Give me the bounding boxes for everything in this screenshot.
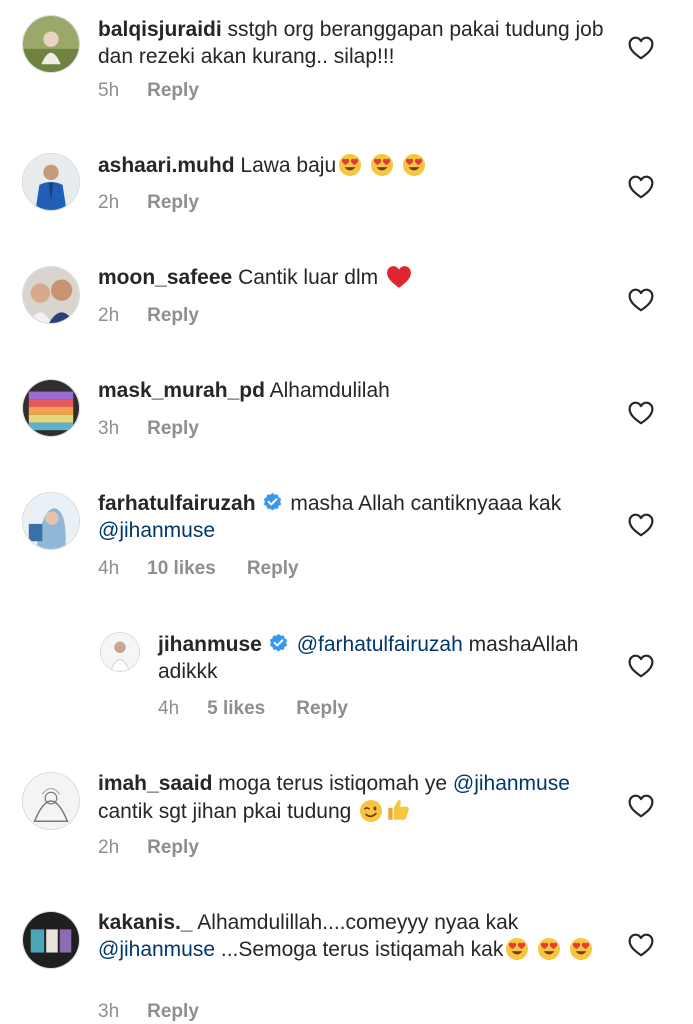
- avatar[interactable]: [22, 153, 80, 211]
- winking-face-emoji-icon: [359, 799, 383, 823]
- comment-text: Alhamdulilah: [269, 379, 390, 402]
- heart-eyes-emoji-icon: [338, 153, 362, 177]
- avatar[interactable]: [22, 15, 80, 73]
- heart-eyes-emoji-icon: [402, 153, 426, 177]
- heart-outline-icon[interactable]: [628, 794, 654, 818]
- comment-time: 3h: [98, 418, 120, 439]
- avatar[interactable]: [22, 772, 80, 830]
- heart-outline-icon[interactable]: [628, 175, 654, 199]
- username[interactable]: ashaari.muhd: [98, 154, 235, 177]
- comment-time: 2h: [98, 837, 120, 858]
- heart-outline-icon[interactable]: [628, 654, 654, 678]
- avatar[interactable]: [22, 266, 80, 324]
- heart-outline-icon[interactable]: [628, 401, 654, 425]
- username[interactable]: balqisjuraidi: [98, 18, 222, 41]
- comment-time: 5h: [98, 80, 120, 101]
- verified-badge-icon: [262, 492, 283, 513]
- avatar[interactable]: [100, 632, 140, 672]
- comment-time: 2h: [98, 305, 120, 326]
- comment-text: Cantik luar dlm: [238, 266, 379, 289]
- reply-button[interactable]: Reply: [147, 192, 199, 213]
- avatar[interactable]: [22, 379, 80, 437]
- username[interactable]: farhatulfairuzah: [98, 492, 256, 515]
- comment-text-continued: ...Semoga terus istiqamah kak: [220, 938, 504, 961]
- username[interactable]: jihanmuse: [158, 633, 262, 656]
- avatar[interactable]: [22, 492, 80, 550]
- heart-outline-icon[interactable]: [628, 933, 654, 957]
- reply-button[interactable]: Reply: [147, 837, 199, 858]
- reply-button[interactable]: Reply: [147, 418, 199, 439]
- mention-link[interactable]: @jihanmuse: [453, 772, 570, 795]
- comment-time: 3h: [98, 1001, 120, 1022]
- comment-text: Alhamdulillah....comeyyy nyaa kak: [197, 911, 519, 934]
- mention-link[interactable]: @jihanmuse: [98, 519, 215, 542]
- heart-eyes-emoji-icon: [370, 153, 394, 177]
- heart-eyes-emoji-icon: [505, 937, 529, 961]
- comment-time: 4h: [98, 558, 120, 579]
- heart-outline-icon[interactable]: [628, 288, 654, 312]
- likes-count[interactable]: 10 likes: [147, 558, 216, 579]
- mention-link[interactable]: @jihanmuse: [98, 938, 215, 961]
- reply-button[interactable]: Reply: [296, 698, 348, 719]
- avatar[interactable]: [22, 911, 80, 969]
- comment-text-continued: cantik sgt jihan pkai tudung: [98, 800, 352, 823]
- likes-count[interactable]: 5 likes: [207, 698, 265, 719]
- reply-button[interactable]: Reply: [247, 558, 299, 579]
- username[interactable]: moon_safeee: [98, 266, 232, 289]
- username[interactable]: kakanis._: [98, 911, 193, 934]
- heart-eyes-emoji-icon: [569, 937, 593, 961]
- reply-button[interactable]: Reply: [147, 1001, 199, 1022]
- red-heart-emoji-icon: [386, 265, 412, 289]
- mention-link[interactable]: @farhatulfairuzah: [297, 633, 463, 656]
- reply-button[interactable]: Reply: [147, 305, 199, 326]
- comment-text: masha Allah cantiknyaaa kak: [290, 492, 562, 515]
- heart-eyes-emoji-icon: [537, 937, 561, 961]
- username[interactable]: mask_murah_pd: [98, 379, 265, 402]
- reply-button[interactable]: Reply: [147, 80, 199, 101]
- comment-time: 2h: [98, 192, 120, 213]
- heart-outline-icon[interactable]: [628, 513, 654, 537]
- verified-badge-icon: [268, 633, 289, 654]
- comment-time: 4h: [158, 698, 180, 719]
- username[interactable]: imah_saaid: [98, 772, 212, 795]
- comment-text: moga terus istiqomah ye: [218, 772, 448, 795]
- comment-text: Lawa baju: [240, 154, 337, 177]
- heart-outline-icon[interactable]: [628, 36, 654, 60]
- thumbs-up-emoji-icon: [385, 797, 411, 823]
